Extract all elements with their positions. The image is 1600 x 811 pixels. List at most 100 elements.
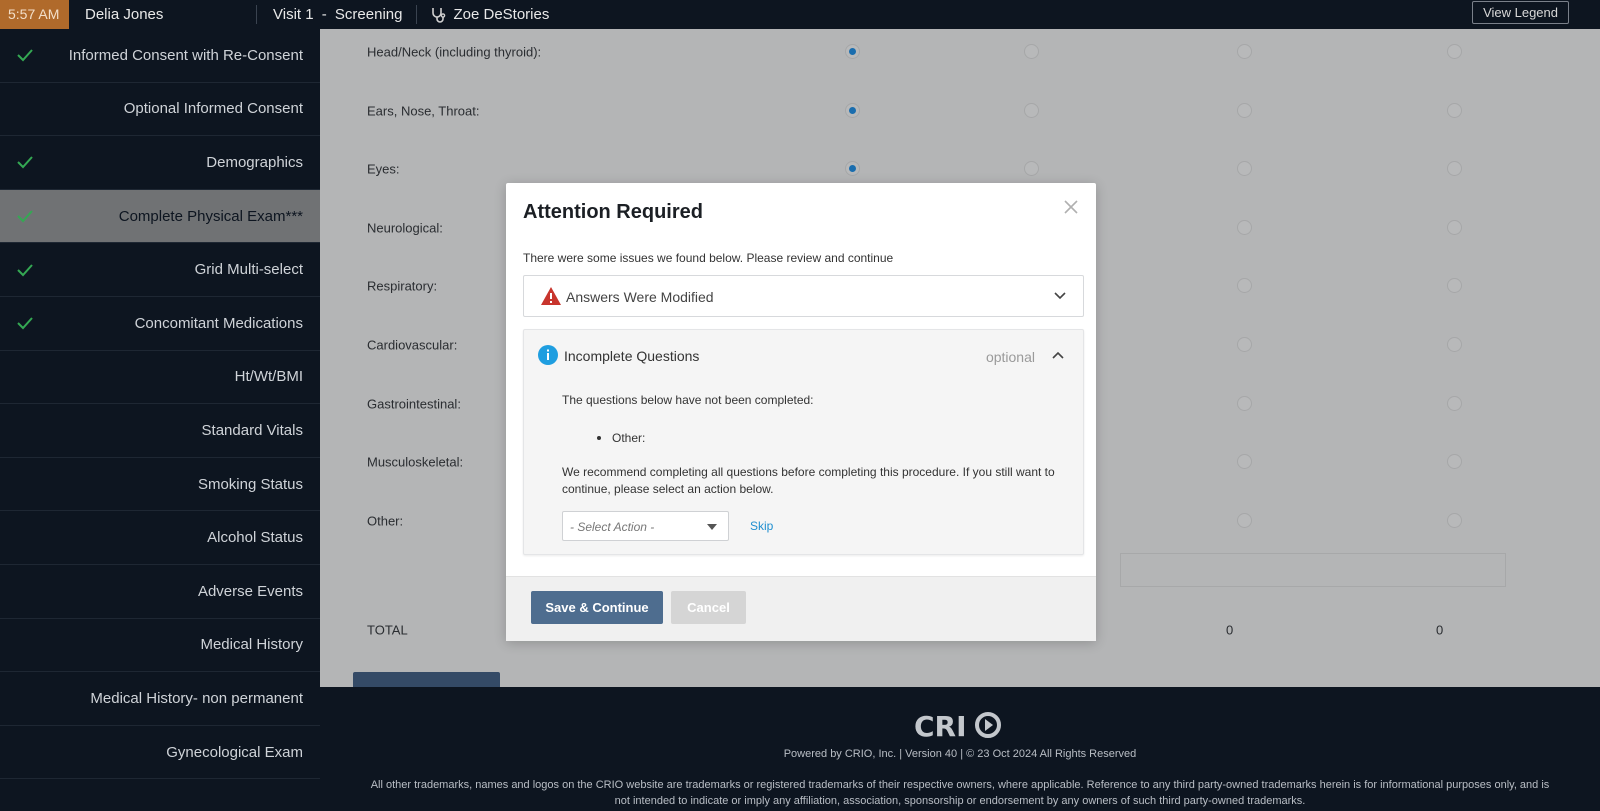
clock-time: 5:57 AM — [0, 0, 69, 29]
save-continue-button[interactable]: Save & Continue — [531, 591, 663, 624]
trademark-text: All other trademarks, names and logos on… — [370, 779, 1550, 807]
sidebar-item[interactable]: Adverse Events — [0, 565, 320, 619]
cancel-button[interactable]: Cancel — [671, 591, 746, 624]
sidebar-item[interactable]: Alcohol Status — [0, 511, 320, 565]
sidebar-item-label: Adverse Events — [197, 582, 303, 600]
exam-radio[interactable] — [1024, 102, 1039, 118]
checkmark-icon — [17, 317, 33, 330]
incomplete-question-item: Other: — [596, 431, 646, 445]
exam-radio[interactable] — [845, 102, 860, 118]
exam-radio[interactable] — [1447, 337, 1462, 352]
skip-link[interactable]: Skip — [750, 519, 773, 533]
exam-row-label: Musculoskeletal: — [367, 454, 464, 470]
exam-radio[interactable] — [1447, 161, 1462, 177]
exam-row-label: Other: — [367, 513, 404, 529]
answers-modified-panel[interactable]: Answers Were Modified — [523, 275, 1084, 317]
sidebar-item-label: Alcohol Status — [207, 529, 303, 547]
comment-box — [1120, 553, 1506, 587]
exam-row-label: Neurological: — [367, 220, 443, 236]
chevron-down-icon[interactable] — [1053, 291, 1067, 301]
sidebar-item[interactable]: Gynecological Exam — [0, 726, 320, 780]
visit-name: Visit 1 — [273, 6, 314, 23]
exam-radio[interactable] — [1447, 395, 1462, 411]
sidebar-item-label: Complete Physical Exam*** — [118, 207, 303, 225]
checkmark-icon — [17, 264, 33, 277]
stethoscope-icon — [432, 7, 446, 23]
attention-dialog: Attention Required There were some issue… — [506, 183, 1096, 641]
checkmark-icon — [17, 49, 33, 62]
exam-radio[interactable] — [1447, 454, 1462, 470]
investigator: Zoe DeStories — [417, 6, 549, 24]
caret-down-icon — [707, 524, 717, 530]
sidebar-item-label: Standard Vitals — [201, 421, 303, 439]
select-action-placeholder: - Select Action - — [570, 520, 655, 534]
sidebar-item-label: Medical History- non permanent — [90, 689, 303, 707]
exam-radio[interactable] — [1447, 512, 1462, 528]
dialog-intro: There were some issues we found below. P… — [523, 251, 894, 265]
exam-row-label: Respiratory: — [367, 278, 438, 294]
exam-radio[interactable] — [1237, 161, 1252, 177]
select-action-dropdown[interactable]: - Select Action - — [562, 511, 729, 541]
sidebar-item-label: Medical History — [200, 636, 303, 654]
view-legend-button[interactable]: View Legend — [1472, 1, 1569, 24]
exam-radio[interactable] — [1237, 44, 1252, 59]
sidebar-item-label: Concomitant Medications — [134, 314, 303, 332]
exam-radio[interactable] — [845, 161, 860, 177]
answers-modified-label: Answers Were Modified — [566, 289, 714, 305]
visit-info: Visit 1 - Screening — [273, 6, 403, 23]
sidebar-item-label: Ht/Wt/BMI — [234, 368, 303, 386]
svg-text:CRI: CRI — [914, 710, 967, 741]
close-icon[interactable] — [1063, 199, 1079, 215]
recommend-text: We recommend completing all questions be… — [562, 465, 1055, 496]
exam-row-label: Cardiovascular: — [367, 337, 458, 353]
exam-radio[interactable] — [1447, 44, 1462, 59]
exam-row-label: Eyes: — [367, 161, 400, 177]
sidebar-item[interactable]: Medical History — [0, 619, 320, 673]
sidebar-item[interactable]: Standard Vitals — [0, 404, 320, 458]
sidebar-item[interactable]: Optional Informed Consent — [0, 83, 320, 137]
dialog-footer: Save & Continue Cancel — [506, 576, 1096, 641]
sidebar-item-label: Demographics — [206, 153, 303, 171]
sidebar-item[interactable]: Complete Physical Exam*** — [0, 189, 320, 244]
visit-type: Screening — [334, 6, 403, 23]
sidebar-item[interactable]: Concomitant Medications — [0, 297, 320, 351]
exam-radio[interactable] — [1237, 219, 1252, 235]
exam-radio[interactable] — [1237, 512, 1252, 528]
sidebar-item[interactable]: Grid Multi-select — [0, 243, 320, 297]
sidebar-item-label: Optional Informed Consent — [123, 100, 303, 118]
exam-row: Head/Neck (including thyroid): — [354, 23, 1534, 81]
chevron-up-icon[interactable] — [1051, 350, 1065, 360]
total-value: 0 — [1226, 622, 1234, 638]
exam-radio[interactable] — [1447, 102, 1462, 118]
exam-row-label: Head/Neck (including thyroid): — [367, 44, 542, 60]
sidebar-item-label: Gynecological Exam — [166, 743, 303, 761]
checkmark-icon — [17, 210, 33, 223]
total-value: 0 — [1436, 622, 1444, 638]
exam-radio[interactable] — [1447, 278, 1462, 294]
exam-radio[interactable] — [845, 44, 860, 59]
exam-radio[interactable] — [1237, 454, 1252, 470]
warning-icon — [541, 287, 561, 305]
exam-radio[interactable] — [1237, 278, 1252, 294]
exam-radio[interactable] — [1447, 219, 1462, 235]
sidebar-item-label: Informed Consent with Re-Consent — [68, 46, 303, 64]
procedure-sidebar: Informed Consent with Re-Consent Optional… — [0, 29, 320, 811]
crio-logo: CRI — [320, 709, 1600, 746]
exam-radio[interactable] — [1237, 337, 1252, 352]
sidebar-item[interactable]: Informed Consent with Re-Consent — [0, 29, 320, 83]
exam-row-label: Gastrointestinal: — [367, 396, 461, 412]
sidebar-item[interactable]: Smoking Status — [0, 458, 320, 512]
checkmark-icon — [17, 156, 33, 169]
optional-badge: optional — [985, 349, 1035, 365]
exam-radio[interactable] — [1024, 161, 1039, 177]
dialog-title: Attention Required — [523, 201, 703, 223]
exam-radio[interactable] — [1237, 395, 1252, 411]
sidebar-item[interactable]: Demographics — [0, 136, 320, 190]
sidebar-item[interactable]: Medical History- non permanent — [0, 672, 320, 726]
info-icon — [538, 345, 558, 365]
sidebar-item[interactable]: Ht/Wt/BMI — [0, 351, 320, 405]
exam-radio[interactable] — [1024, 44, 1039, 59]
exam-row-label: Ears, Nose, Throat: — [367, 103, 480, 119]
exam-radio[interactable] — [1237, 102, 1252, 118]
patient-name[interactable]: Delia Jones — [69, 5, 257, 24]
